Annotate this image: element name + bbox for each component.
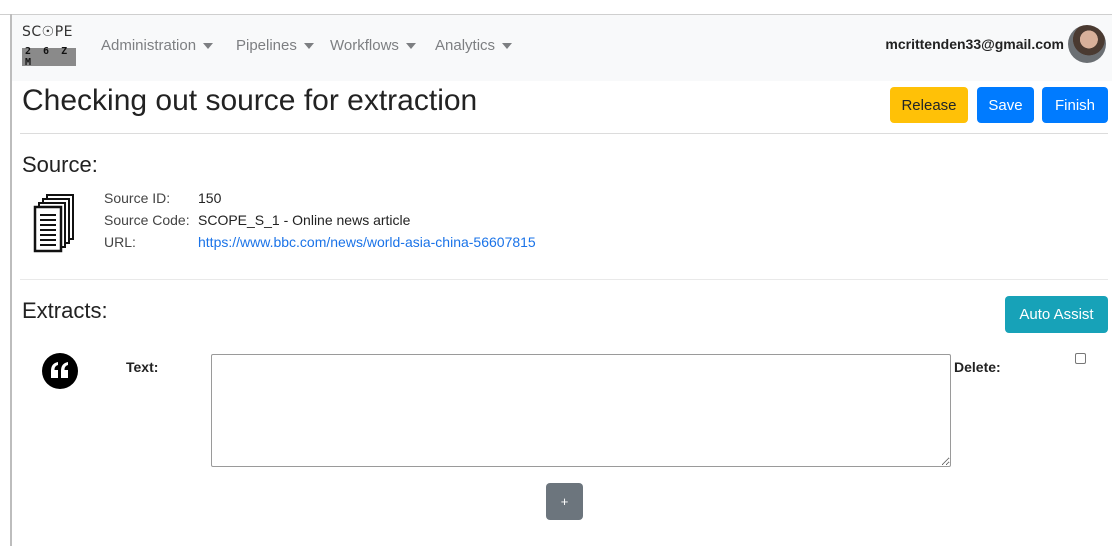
caret-down-icon: [203, 42, 214, 49]
logo-wordmark: SC☉PE: [22, 24, 74, 40]
source-id-value: 150: [198, 190, 222, 206]
caret-down-icon: [405, 42, 416, 49]
caret-down-icon: [502, 42, 513, 49]
nav-item-label: Administration: [101, 37, 197, 54]
auto-assist-button[interactable]: Auto Assist: [1005, 296, 1108, 333]
extracts-heading: Extracts:: [22, 298, 108, 323]
quote-icon: [42, 353, 78, 389]
release-button[interactable]: Release: [890, 87, 968, 123]
delete-label: Delete:: [954, 359, 1001, 375]
source-url-link[interactable]: https://www.bbc.com/news/world-asia-chin…: [198, 234, 536, 250]
section-divider: [20, 279, 1108, 280]
top-navbar: SC☉PE 2 6 Z M Administration Pipelines W…: [12, 15, 1112, 81]
document-stack-icon: [33, 194, 74, 253]
extract-text-input[interactable]: [211, 354, 951, 467]
add-extract-button[interactable]: +: [546, 483, 583, 520]
source-code-value: SCOPE_S_1 - Online news article: [198, 212, 411, 228]
finish-button[interactable]: Finish: [1042, 87, 1108, 123]
header-divider: [20, 133, 1108, 134]
window-left-border: [10, 14, 12, 546]
delete-checkbox[interactable]: [1075, 353, 1086, 364]
source-id-label: Source ID:: [104, 190, 171, 206]
source-code-label: Source Code:: [104, 212, 190, 228]
user-email[interactable]: mcrittenden33@gmail.com: [885, 36, 1064, 52]
nav-item-label: Workflows: [330, 37, 399, 54]
nav-pipelines[interactable]: Pipelines: [236, 37, 314, 54]
source-url-label: URL:: [104, 234, 136, 250]
nav-item-label: Pipelines: [236, 37, 297, 54]
nav-item-label: Analytics: [435, 37, 496, 54]
logo-subtext: 2 6 Z M: [22, 46, 76, 68]
page-title: Checking out source for extraction: [22, 84, 478, 117]
text-label: Text:: [126, 359, 159, 375]
nav-workflows[interactable]: Workflows: [330, 37, 416, 54]
caret-down-icon: [303, 42, 314, 49]
nav-administration[interactable]: Administration: [101, 37, 214, 54]
save-button[interactable]: Save: [977, 87, 1034, 123]
source-heading: Source:: [22, 152, 98, 177]
nav-analytics[interactable]: Analytics: [435, 37, 513, 54]
scope-logo[interactable]: SC☉PE 2 6 Z M: [22, 24, 78, 72]
avatar[interactable]: [1068, 25, 1106, 63]
